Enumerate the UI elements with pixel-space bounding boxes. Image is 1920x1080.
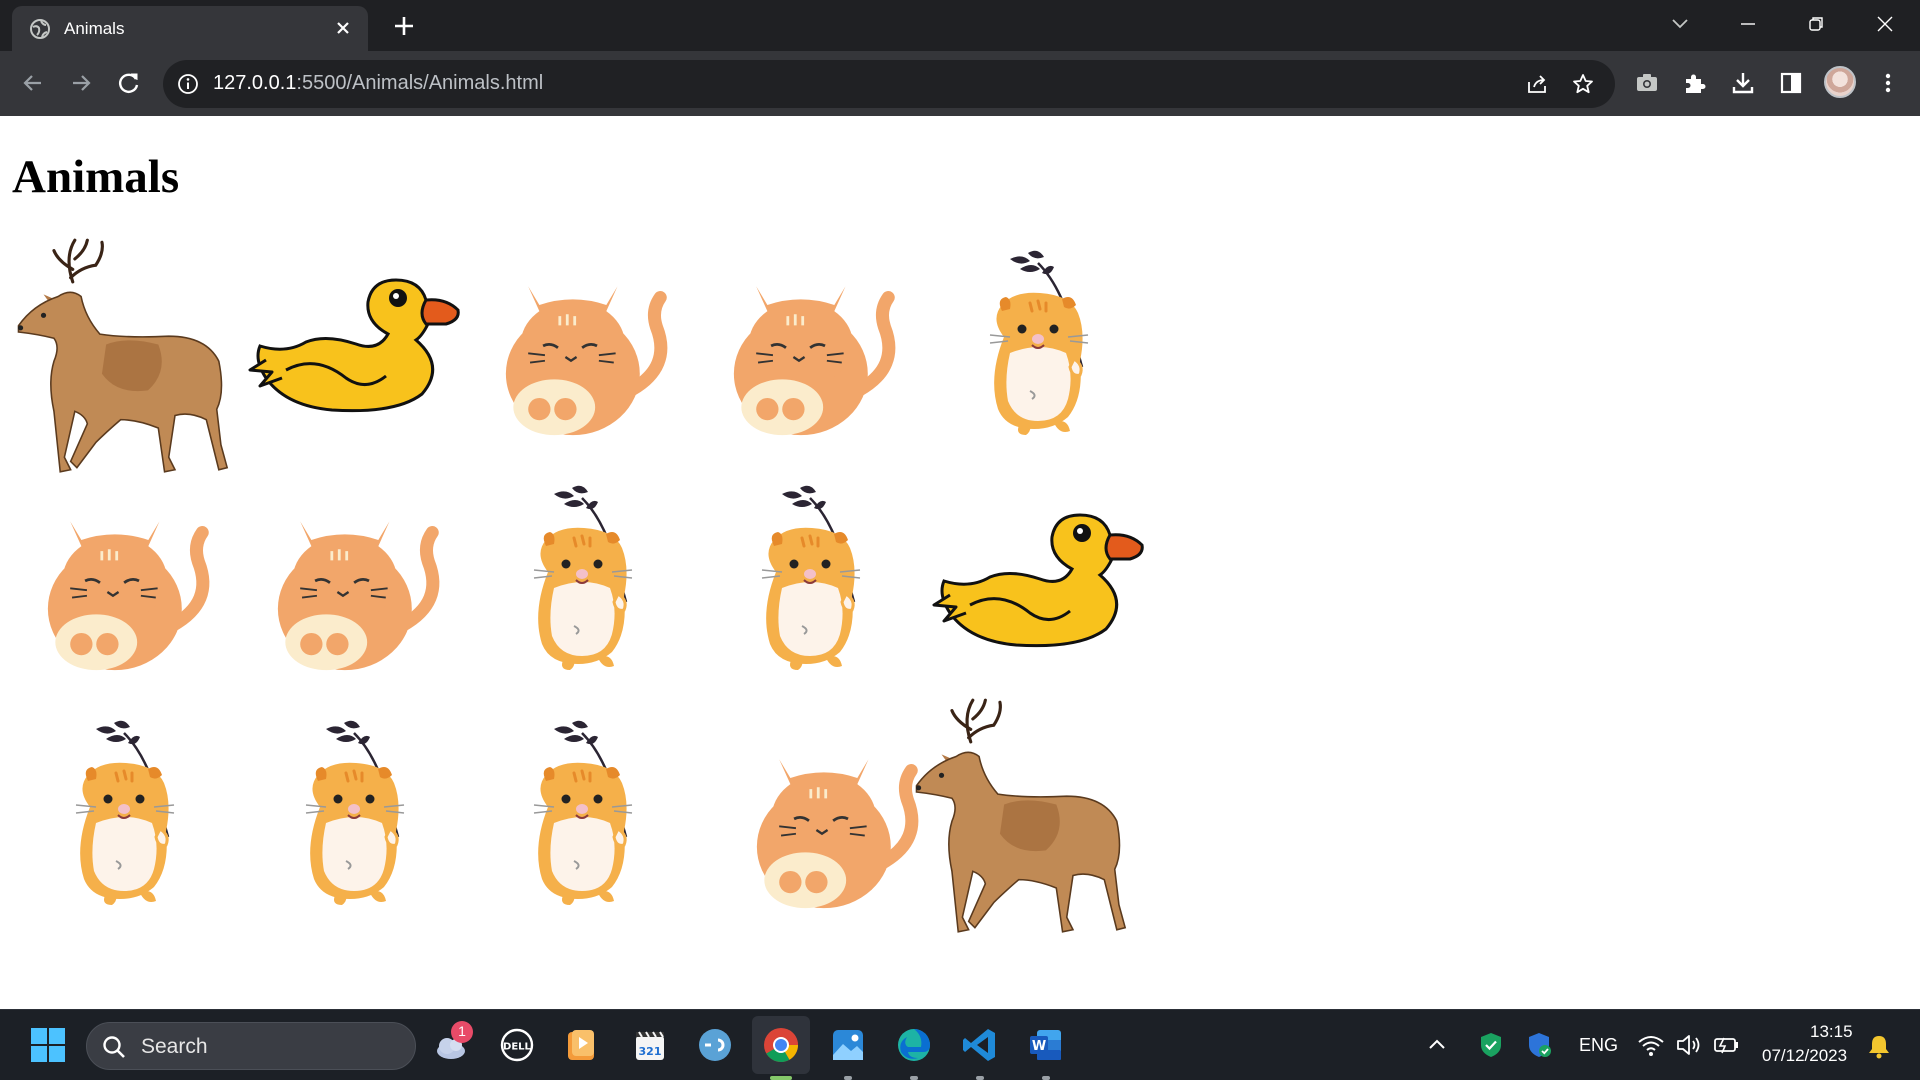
cat-image	[263, 486, 449, 672]
side-panel-icon[interactable]	[1777, 69, 1805, 97]
duck-image	[930, 509, 1150, 649]
back-icon[interactable]	[18, 68, 48, 98]
taskbar-search-box[interactable]: Search	[86, 1022, 416, 1070]
tab-search-chevron-icon[interactable]	[1666, 10, 1694, 38]
meeting-app-icon[interactable]	[694, 1024, 736, 1066]
word-running-indicator	[1042, 1076, 1050, 1080]
notification-bell-icon[interactable]	[1865, 1032, 1893, 1060]
url-path: :5500/Animals/Animals.html	[296, 72, 544, 94]
cat-image	[742, 724, 928, 910]
close-tab-icon[interactable]	[332, 17, 354, 39]
svg-text:321: 321	[639, 1045, 662, 1058]
clock-time[interactable]: 13:15	[1810, 1022, 1853, 1042]
bookmark-star-icon[interactable]	[1571, 72, 1595, 96]
edge-icon[interactable]	[893, 1024, 935, 1066]
video-editor-icon[interactable]: 321	[629, 1024, 671, 1066]
search-placeholder: Search	[141, 1035, 208, 1058]
volume-icon[interactable]	[1674, 1030, 1704, 1060]
forward-icon[interactable]	[66, 68, 96, 98]
reload-icon[interactable]	[114, 68, 144, 98]
globe-icon	[30, 19, 50, 39]
hamster-image	[980, 249, 1100, 439]
site-info-icon[interactable]	[177, 73, 199, 95]
svg-text:W: W	[1032, 1039, 1046, 1054]
hamster-image	[752, 484, 872, 674]
chrome-running-indicator	[770, 1076, 792, 1080]
word-icon[interactable]: W	[1025, 1024, 1067, 1066]
downloads-icon[interactable]	[1729, 69, 1757, 97]
share-icon[interactable]	[1525, 72, 1549, 96]
hamster-image	[524, 719, 644, 909]
profile-avatar[interactable]	[1824, 66, 1856, 98]
security-shield-icon[interactable]	[1476, 1030, 1506, 1060]
chrome-icon[interactable]	[760, 1024, 802, 1066]
media-player-icon[interactable]	[560, 1024, 602, 1066]
windows-start-icon[interactable]	[27, 1024, 69, 1066]
photos-icon[interactable]	[827, 1024, 869, 1066]
address-bar[interactable]: 127.0.0.1:5500/Animals/Animals.html	[163, 60, 1615, 108]
url-text: 127.0.0.1:5500/Animals/Animals.html	[213, 72, 543, 95]
language-indicator[interactable]: ENG	[1579, 1035, 1618, 1056]
cat-image	[491, 251, 677, 437]
hamster-image	[296, 719, 416, 909]
url-host: 127.0.0.1	[213, 72, 297, 94]
windows-taskbar: Search 1 DELL 321 W ENG 13:15 07/12/2023	[0, 1009, 1920, 1080]
tab-title: Animals	[64, 19, 125, 38]
new-tab-icon[interactable]	[390, 12, 418, 40]
browser-menu-icon[interactable]	[1874, 69, 1902, 97]
extensions-puzzle-icon[interactable]	[1681, 69, 1709, 97]
browser-tab[interactable]: Animals	[12, 6, 368, 51]
wifi-icon[interactable]	[1636, 1030, 1666, 1060]
deer-image	[12, 236, 242, 476]
hamster-image	[66, 719, 186, 909]
browser-tab-strip: Animals	[0, 0, 1920, 51]
web-page: Animals	[0, 116, 1920, 1009]
clock-date[interactable]: 07/12/2023	[1762, 1046, 1847, 1066]
vscode-running-indicator	[976, 1076, 984, 1080]
battery-icon[interactable]	[1711, 1030, 1741, 1060]
photos-running-indicator	[844, 1076, 852, 1080]
page-title: Animals	[12, 151, 180, 203]
svg-text:DELL: DELL	[503, 1042, 532, 1053]
duck-image	[246, 274, 466, 414]
minimize-icon[interactable]	[1734, 10, 1762, 38]
cat-image	[33, 486, 219, 672]
hamster-image	[524, 484, 644, 674]
cat-image	[719, 251, 905, 437]
notification-badge: 1	[451, 1021, 473, 1043]
browser-toolbar: 127.0.0.1:5500/Animals/Animals.html	[0, 51, 1920, 116]
close-window-icon[interactable]	[1871, 10, 1899, 38]
restore-icon[interactable]	[1802, 10, 1830, 38]
weather-badge-count: 1	[458, 1023, 466, 1039]
search-icon	[103, 1036, 125, 1058]
edge-running-indicator	[910, 1076, 918, 1080]
defender-shield-icon[interactable]	[1524, 1030, 1554, 1060]
chevron-up-icon[interactable]	[1422, 1030, 1452, 1060]
dell-icon[interactable]: DELL	[496, 1024, 538, 1066]
vscode-icon[interactable]	[959, 1024, 1001, 1066]
screenshot-camera-icon[interactable]	[1633, 69, 1661, 97]
deer-image	[910, 696, 1140, 936]
